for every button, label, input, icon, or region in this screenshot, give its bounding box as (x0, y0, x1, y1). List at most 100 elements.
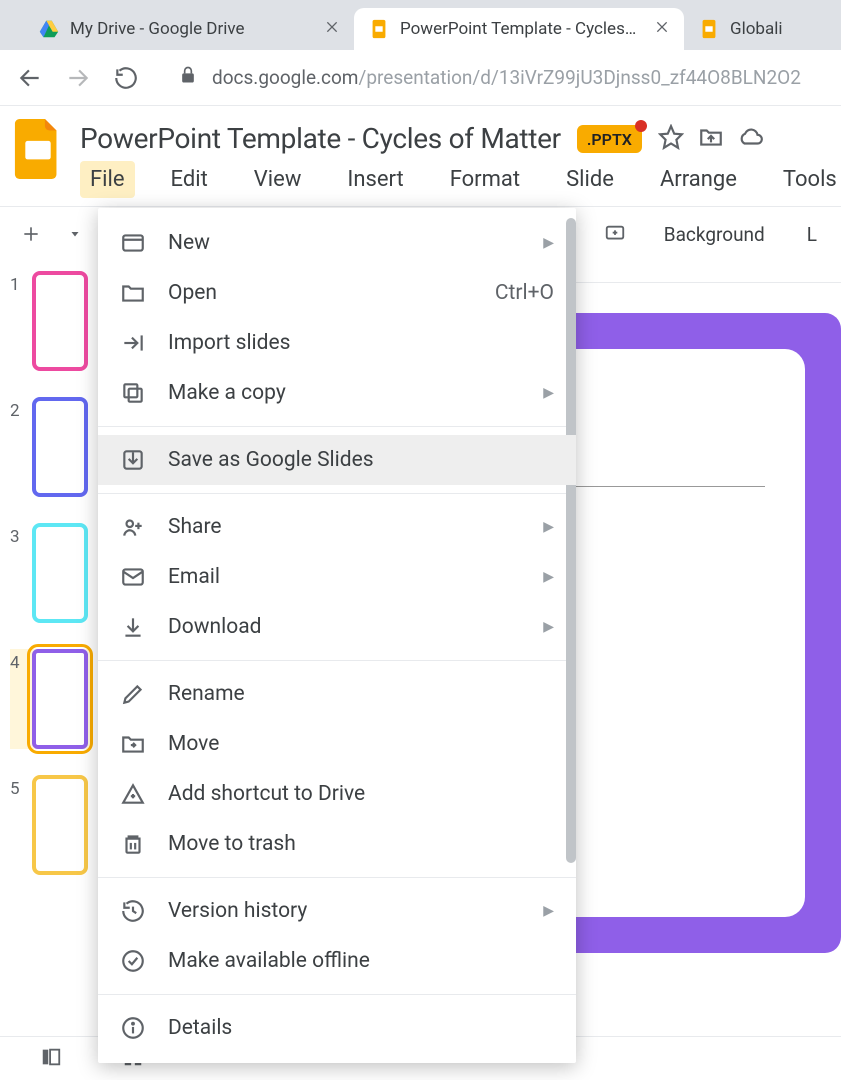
file-menu: New▶OpenCtrl+OImport slidesMake a copy▶S… (98, 208, 576, 1063)
file-menu-email[interactable]: Email ▶ (98, 552, 576, 602)
shortcut-label: Ctrl+O (495, 281, 554, 305)
browser-tab[interactable]: PowerPoint Template - Cycles of (354, 8, 684, 50)
url-path: /presentation/d/13iVrZ99jU3Djnss0_zf44O8… (358, 66, 800, 89)
browser-tab-title: My Drive - Google Drive (70, 19, 308, 39)
menu-item-label: Move to trash (168, 832, 296, 856)
menu-slide[interactable]: Slide (556, 161, 624, 198)
lock-icon (178, 65, 198, 90)
close-icon[interactable] (324, 19, 340, 40)
url-bar[interactable]: docs.google.com/presentation/d/13iVrZ99j… (178, 65, 801, 90)
close-icon[interactable] (654, 19, 670, 40)
thumbnail-row[interactable]: 2 (10, 397, 90, 497)
file-menu-move[interactable]: Move (98, 719, 576, 769)
menu-item-label: Add shortcut to Drive (168, 782, 365, 806)
menu-item-label: Email (168, 565, 220, 589)
menu-divider (98, 493, 576, 494)
browser-tabs-bar: My Drive - Google Drive PowerPoint Templ… (0, 0, 841, 50)
menu-item-label: Version history (168, 899, 307, 923)
copy-icon (120, 380, 146, 406)
reload-button[interactable] (110, 62, 142, 94)
rename-icon (120, 681, 146, 707)
info-icon (120, 1015, 146, 1041)
background-button[interactable]: Background (654, 219, 775, 250)
menu-edit[interactable]: Edit (161, 161, 218, 198)
menu-item-label: Download (168, 615, 262, 639)
submenu-arrow-icon: ▶ (543, 619, 554, 635)
file-menu-save-as-google-slides[interactable]: Save as Google Slides (98, 435, 576, 485)
menu-item-label: Make a copy (168, 381, 286, 405)
menu-bar: File Edit View Insert Format Slide Arran… (80, 161, 841, 198)
browser-tab-title: Globali (730, 19, 800, 39)
app-slides-icon[interactable] (14, 122, 62, 176)
new-slide-button[interactable] (14, 217, 48, 251)
move-icon (120, 731, 146, 757)
submenu-arrow-icon: ▶ (543, 235, 554, 251)
menu-divider (98, 660, 576, 661)
doc-header: PowerPoint Template - Cycles of Matter .… (0, 106, 841, 198)
menu-item-label: Import slides (168, 331, 290, 355)
window-icon (120, 230, 146, 256)
file-menu-add-shortcut-to-drive[interactable]: Add shortcut to Drive (98, 769, 576, 819)
menu-tools[interactable]: Tools (773, 161, 841, 198)
cloud-icon[interactable] (738, 124, 764, 154)
back-button[interactable] (14, 62, 46, 94)
add-comment-icon[interactable] (598, 217, 632, 251)
file-menu-rename[interactable]: Rename (98, 669, 576, 719)
menu-divider (98, 994, 576, 995)
doc-title[interactable]: PowerPoint Template - Cycles of Matter (80, 122, 561, 155)
file-menu-move-to-trash[interactable]: Move to trash (98, 819, 576, 869)
menu-item-label: Move (168, 732, 219, 756)
drive-icon (38, 18, 60, 40)
menu-view[interactable]: View (244, 161, 312, 198)
file-menu-new[interactable]: New ▶ (98, 218, 576, 268)
url-host: docs.google.com (212, 66, 358, 89)
thumbnail-row[interactable]: 5 (10, 775, 90, 875)
menu-item-label: Rename (168, 682, 245, 706)
thumbnail-row[interactable]: 1 (10, 271, 90, 371)
trash-icon (120, 831, 146, 857)
forward-button[interactable] (62, 62, 94, 94)
slides-icon (698, 18, 720, 40)
menu-file[interactable]: File (80, 161, 135, 198)
menu-format[interactable]: Format (440, 161, 530, 198)
download-icon (120, 614, 146, 640)
menu-insert[interactable]: Insert (337, 161, 413, 198)
file-menu-import-slides[interactable]: Import slides (98, 318, 576, 368)
thumbnail-row[interactable]: 4 (10, 649, 90, 749)
file-menu-download[interactable]: Download ▶ (98, 602, 576, 652)
pptx-badge[interactable]: .PPTX (577, 125, 642, 153)
layout-button[interactable]: L (797, 219, 827, 250)
folder-icon (120, 280, 146, 306)
slide-thumbnails: 1 2 3 4 5 (0, 261, 100, 1073)
address-bar: docs.google.com/presentation/d/13iVrZ99j… (0, 50, 841, 106)
new-slide-dropdown[interactable] (58, 217, 92, 251)
menu-item-label: Details (168, 1016, 232, 1040)
email-icon (120, 564, 146, 590)
file-menu-share[interactable]: Share ▶ (98, 502, 576, 552)
file-menu-version-history[interactable]: Version history▶ (98, 886, 576, 936)
file-menu-make-a-copy[interactable]: Make a copy ▶ (98, 368, 576, 418)
menu-divider (98, 877, 576, 878)
browser-tab[interactable]: Globali (684, 8, 814, 50)
menu-item-label: New (168, 231, 210, 255)
move-to-drive-icon[interactable] (698, 124, 724, 154)
file-menu-open[interactable]: OpenCtrl+O (98, 268, 576, 318)
browser-tab[interactable]: My Drive - Google Drive (24, 8, 354, 50)
filmstrip-icon[interactable] (40, 1046, 62, 1072)
slides-icon (368, 18, 390, 40)
menu-divider (98, 426, 576, 427)
submenu-arrow-icon: ▶ (543, 519, 554, 535)
menu-item-label: Make available offline (168, 949, 370, 973)
menu-item-label: Share (168, 515, 222, 539)
shortcut-icon (120, 781, 146, 807)
save-icon (120, 447, 146, 473)
unsaved-dot (635, 120, 647, 132)
thumbnail-row[interactable]: 3 (10, 523, 90, 623)
star-icon[interactable] (658, 124, 684, 154)
file-menu-make-available-offline[interactable]: Make available offline (98, 936, 576, 986)
file-menu-details[interactable]: Details (98, 1003, 576, 1053)
submenu-arrow-icon: ▶ (543, 385, 554, 401)
menu-arrange[interactable]: Arrange (650, 161, 747, 198)
history-icon (120, 898, 146, 924)
submenu-arrow-icon: ▶ (543, 569, 554, 585)
